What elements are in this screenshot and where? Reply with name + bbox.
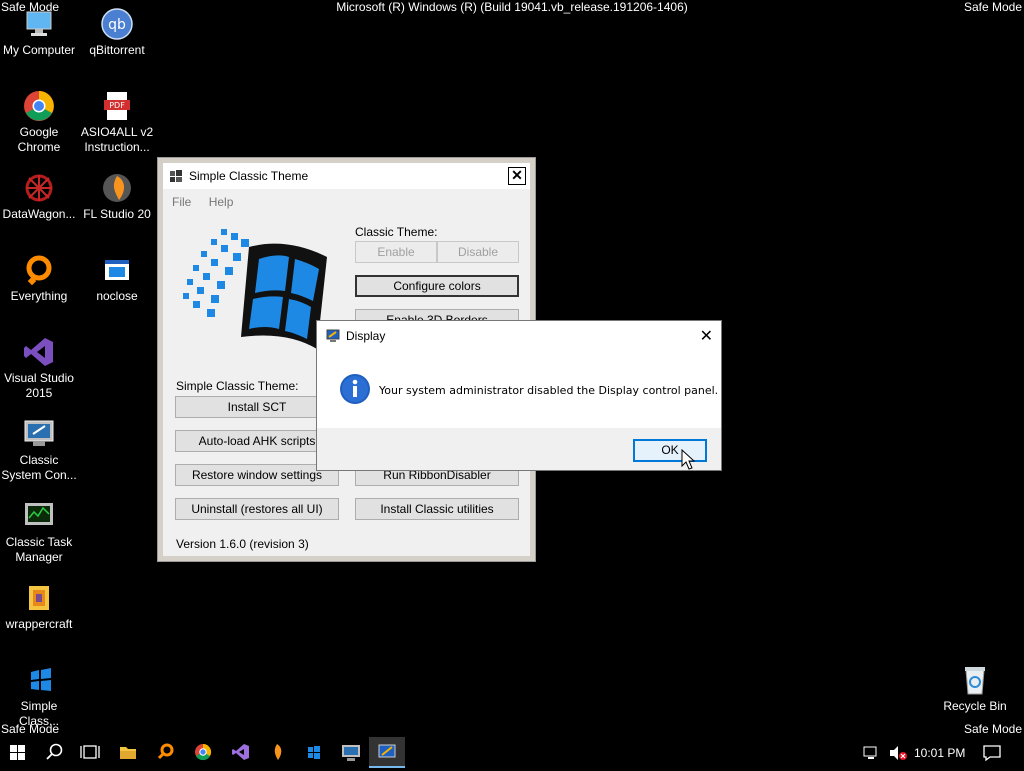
desktop-icon-recycle-bin[interactable]: Recycle Bin — [936, 664, 1014, 714]
desktop-icon-fl-studio[interactable]: FL Studio 20 — [78, 172, 156, 222]
search-icon — [46, 743, 63, 760]
dialog-message: Your system administrator disabled the D… — [379, 384, 719, 397]
desktop-icon-qbittorrent[interactable]: qb qBittorrent — [78, 8, 156, 58]
desktop-icon-simple-classic[interactable]: Simple Class... — [0, 664, 78, 729]
wrappercraft-icon — [23, 582, 55, 614]
close-icon[interactable]: ✕ — [700, 326, 713, 346]
sct-app-icon — [169, 169, 183, 183]
autoload-ahk-scripts-button[interactable]: Auto-load AHK scripts — [175, 430, 339, 452]
restore-window-settings-button[interactable]: Restore window settings — [175, 464, 339, 486]
taskbar-file-explorer[interactable] — [110, 737, 146, 768]
notification-icon[interactable] — [982, 744, 1002, 765]
classic-theme-label: Classic Theme: — [355, 225, 438, 239]
window-title: Simple Classic Theme — [189, 169, 309, 183]
svg-text:qb: qb — [108, 17, 126, 33]
desktop-icon-classic-task-manager[interactable]: Classic Task Manager — [0, 500, 78, 565]
clock[interactable]: 10:01 PM — [914, 746, 965, 760]
task-view-icon — [80, 745, 100, 759]
close-icon: ✕ — [511, 167, 523, 183]
windows-logo — [177, 219, 337, 359]
desktop-icon-visual-studio[interactable]: Visual Studio 2015 — [0, 336, 78, 401]
svg-text:PDF: PDF — [109, 101, 125, 110]
chrome-icon — [23, 90, 55, 122]
control-panel-icon — [23, 418, 55, 450]
display-icon — [378, 744, 396, 758]
info-icon — [339, 373, 371, 405]
menu-bar: File Help — [172, 195, 247, 209]
fl-studio-icon — [274, 744, 282, 760]
chrome-icon — [195, 743, 212, 761]
enable-button[interactable]: Enable — [355, 241, 437, 263]
uninstall-button[interactable]: Uninstall (restores all UI) — [175, 498, 339, 520]
mouse-cursor-icon — [681, 448, 696, 474]
window-icon — [101, 254, 133, 286]
taskbar-visual-studio[interactable] — [222, 737, 258, 768]
network-icon[interactable] — [862, 744, 882, 765]
taskbar: 10:01 PM — [0, 737, 1024, 768]
volume-muted-icon[interactable] — [888, 744, 908, 765]
safe-mode-watermark: Safe Mode — [963, 722, 1022, 736]
title-bar[interactable]: Simple Classic Theme ✕ — [163, 163, 530, 189]
search-button[interactable] — [36, 737, 72, 768]
desktop-icon-wrappercraft[interactable]: wrappercraft — [0, 582, 78, 632]
dialog-footer: OK — [317, 428, 721, 470]
taskbar-everything[interactable] — [148, 737, 184, 768]
windows-start-icon — [10, 745, 25, 760]
simple-classic-theme-label: Simple Classic Theme: — [176, 379, 299, 393]
task-manager-icon — [23, 500, 55, 532]
folder-icon — [120, 747, 136, 759]
visual-studio-icon — [23, 336, 55, 368]
desktop-icon-noclose[interactable]: noclose — [78, 254, 156, 304]
computer-icon — [23, 8, 55, 40]
start-button[interactable] — [0, 737, 36, 768]
menu-help[interactable]: Help — [209, 195, 234, 209]
control-panel-icon — [342, 745, 360, 761]
install-sct-button[interactable]: Install SCT — [175, 396, 339, 418]
desktop-icon-everything[interactable]: Everything — [0, 254, 78, 304]
taskbar-simple-classic-theme-active[interactable] — [369, 737, 405, 768]
fl-studio-icon — [101, 172, 133, 204]
visual-studio-icon — [232, 744, 249, 760]
simple-classic-icon — [23, 664, 55, 696]
configure-colors-button[interactable]: Configure colors — [355, 275, 519, 297]
taskbar-fl-studio[interactable] — [259, 737, 295, 768]
taskbar-simple-classic[interactable] — [296, 737, 332, 768]
desktop-icon-my-computer[interactable]: My Computer — [0, 8, 78, 58]
install-classic-utilities-button[interactable]: Install Classic utilities — [355, 498, 519, 520]
ok-button[interactable]: OK — [633, 439, 707, 462]
desktop-icon-datawagon[interactable]: DataWagon... — [0, 172, 78, 222]
qbittorrent-icon: qb — [101, 8, 133, 40]
close-button[interactable]: ✕ — [508, 167, 526, 185]
dialog-title: Display — [346, 329, 386, 343]
task-view-button[interactable] — [72, 737, 108, 768]
taskbar-chrome[interactable] — [185, 737, 221, 768]
pdf-icon: PDF — [101, 90, 133, 122]
everything-icon — [23, 254, 55, 286]
display-dialog[interactable]: Display ✕ Your system administrator disa… — [316, 320, 722, 471]
desktop-icon-asio4all[interactable]: PDF ASIO4ALL v2 Instruction... — [78, 90, 156, 155]
desktop-icon-classic-system-control[interactable]: Classic System Con... — [0, 418, 78, 483]
version-label: Version 1.6.0 (revision 3) — [176, 537, 309, 551]
display-app-icon — [326, 329, 340, 343]
disable-button[interactable]: Disable — [437, 241, 519, 263]
desktop-icon-google-chrome[interactable]: Google Chrome — [0, 90, 78, 155]
taskbar-classic-system-control[interactable] — [333, 737, 369, 768]
recycle-bin-icon — [959, 664, 991, 696]
simple-classic-icon — [308, 746, 320, 759]
menu-file[interactable]: File — [172, 195, 191, 209]
everything-icon — [157, 743, 174, 760]
datawagon-icon — [23, 172, 55, 204]
